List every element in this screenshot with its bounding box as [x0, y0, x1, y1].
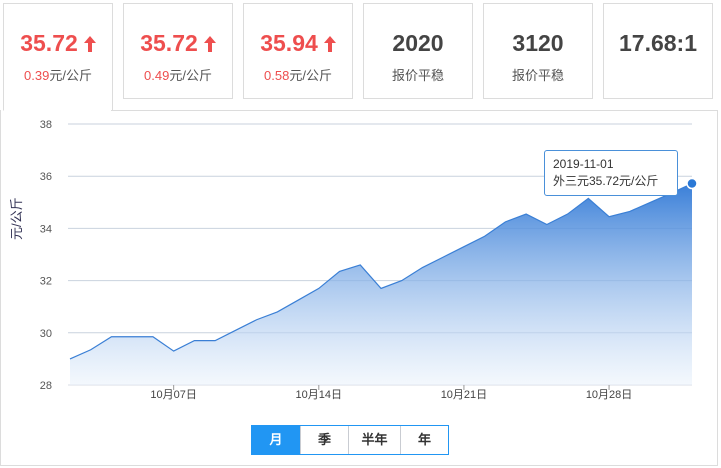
data-point [649, 200, 653, 204]
y-tick-label: 38 [40, 119, 52, 131]
data-point [607, 215, 611, 219]
data-point [358, 263, 362, 267]
tooltip-value: 外三元35.72元/公斤 [553, 174, 659, 188]
data-point [338, 269, 342, 273]
data-point [151, 335, 155, 339]
chart-tooltip: 2019-11-01 外三元35.72元/公斤 [544, 150, 678, 196]
data-point [628, 209, 632, 213]
data-point [255, 318, 259, 322]
data-point [172, 349, 176, 353]
data-point [420, 266, 424, 270]
x-tick-label: 10月14日 [296, 389, 342, 401]
period-tabs: 月 季 半年 年 [251, 425, 449, 455]
data-point [503, 220, 507, 224]
y-tick-label: 28 [40, 380, 52, 392]
data-point [234, 328, 238, 332]
data-point [130, 335, 134, 339]
data-point [68, 357, 72, 361]
data-point [686, 177, 698, 190]
tab-half-year[interactable]: 半年 [348, 426, 400, 454]
y-axis-title: 元/公斤 [9, 197, 24, 240]
data-point [296, 298, 300, 302]
x-tick-label: 10月21日 [441, 389, 487, 401]
y-tick-label: 36 [40, 171, 52, 183]
y-tick-label: 30 [40, 328, 52, 340]
data-point [483, 234, 487, 238]
y-tick-label: 34 [40, 223, 52, 235]
data-point [524, 212, 528, 216]
data-point [192, 339, 196, 343]
data-point [462, 245, 466, 249]
data-point [379, 286, 383, 290]
tab-year[interactable]: 年 [400, 426, 448, 454]
data-point [400, 279, 404, 283]
data-point [109, 335, 113, 339]
y-tick-label: 32 [40, 276, 52, 288]
data-point [566, 212, 570, 216]
data-point [441, 255, 445, 259]
tab-quarter[interactable]: 季 [300, 426, 348, 454]
tab-month[interactable]: 月 [252, 426, 300, 454]
data-point [586, 196, 590, 200]
data-point [213, 339, 217, 343]
tooltip-date: 2019-11-01 [553, 157, 614, 171]
data-point [317, 286, 321, 290]
data-point [89, 348, 93, 352]
price-area-chart: 28 30 32 34 36 38 10月07日 10月14日 10月21日 10月28日 [40, 119, 698, 401]
data-point [275, 310, 279, 314]
x-tick-label: 10月28日 [586, 389, 632, 401]
data-point [545, 222, 549, 226]
series-area [70, 183, 692, 385]
x-tick-label: 10月07日 [150, 389, 196, 401]
